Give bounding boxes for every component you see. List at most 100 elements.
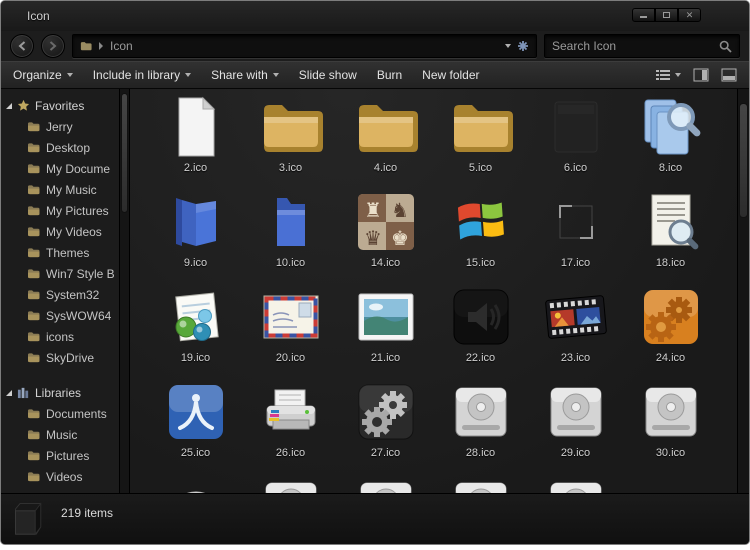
file-item-8-ico[interactable]: 8.ico — [623, 95, 718, 190]
file-item-19-ico[interactable]: 19.ico — [148, 285, 243, 380]
file-label: 10.ico — [275, 257, 306, 269]
sidebar-item-skydrive[interactable]: SkyDrive — [1, 347, 119, 368]
file-item-24-ico[interactable]: 24.ico — [623, 285, 718, 380]
content-scrollbar[interactable] — [737, 89, 749, 493]
sidebar-item-themes[interactable]: Themes — [1, 242, 119, 263]
file-item-17-ico[interactable]: 17.ico — [528, 190, 623, 285]
close-button[interactable]: ✕ — [678, 8, 701, 22]
file-icon-drive — [354, 475, 418, 493]
file-item[interactable] — [148, 475, 243, 493]
toolbar-button-organize[interactable]: Organize — [13, 68, 73, 82]
file-label: 4.ico — [373, 162, 398, 174]
file-label: 30.ico — [655, 447, 686, 459]
sidebar-scrollbar[interactable] — [119, 89, 130, 493]
svg-text:♞: ♞ — [391, 198, 409, 222]
toolbar-button-share-with[interactable]: Share with — [211, 68, 279, 82]
address-bar[interactable]: Icon — [72, 34, 537, 58]
breadcrumb[interactable]: Icon — [110, 39, 133, 53]
folder-icon — [27, 121, 40, 132]
sidebar-item-music[interactable]: Music — [1, 424, 119, 445]
toolbar-button-include-in-library[interactable]: Include in library — [93, 68, 192, 82]
sidebar-item-system32[interactable]: System32 — [1, 284, 119, 305]
expand-triangle-icon[interactable] — [6, 389, 12, 396]
views-button[interactable] — [655, 68, 681, 82]
file-item[interactable] — [433, 475, 528, 493]
file-item-18-ico[interactable]: 18.ico — [623, 190, 718, 285]
window-controls: ✕ — [632, 8, 701, 22]
sidebar-scrollbar-thumb[interactable] — [121, 93, 128, 213]
forward-button[interactable] — [41, 34, 65, 58]
file-item-2-ico[interactable]: 2.ico — [148, 95, 243, 190]
sidebar-item-my-pictures[interactable]: My Pictures — [1, 200, 119, 221]
sidebar-item-my-videos[interactable]: My Videos — [1, 221, 119, 242]
file-item[interactable] — [338, 475, 433, 493]
details-pane-button[interactable] — [721, 68, 737, 82]
sidebar-item-desktop[interactable]: Desktop — [1, 137, 119, 158]
file-label: 23.ico — [560, 352, 591, 364]
file-icon-drive — [639, 380, 703, 444]
toolbar-button-new-folder[interactable]: New folder — [422, 68, 479, 82]
file-item[interactable] — [243, 475, 338, 493]
sidebar-item-syswow64[interactable]: SysWOW64 — [1, 305, 119, 326]
file-item-5-ico[interactable]: 5.ico — [433, 95, 528, 190]
search-input[interactable]: Search Icon — [544, 34, 740, 58]
file-item-9-ico[interactable]: 9.ico — [148, 190, 243, 285]
sidebar-item-label: SkyDrive — [46, 350, 95, 365]
preview-pane-button[interactable] — [693, 68, 709, 82]
file-item-4-ico[interactable]: 4.ico — [338, 95, 433, 190]
file-item-28-ico[interactable]: 28.ico — [433, 380, 528, 475]
file-item-26-ico[interactable]: 26.ico — [243, 380, 338, 475]
file-item-3-ico[interactable]: 3.ico — [243, 95, 338, 190]
file-label: 29.ico — [560, 447, 591, 459]
file-item-6-ico[interactable]: 6.ico — [528, 95, 623, 190]
maximize-icon — [663, 12, 670, 18]
sidebar-item-videos[interactable]: Videos — [1, 466, 119, 487]
toolbar-button-slide-show[interactable]: Slide show — [299, 68, 357, 82]
sidebar-item-jerry[interactable]: Jerry — [1, 116, 119, 137]
sidebar-item-win7-style-b[interactable]: Win7 Style B — [1, 263, 119, 284]
minimize-button[interactable] — [632, 8, 655, 22]
file-item-29-ico[interactable]: 29.ico — [528, 380, 623, 475]
command-toolbar: Organize Include in library Share with Slid… — [1, 61, 749, 89]
expand-triangle-icon[interactable] — [6, 102, 12, 109]
sidebar-section-libraries[interactable]: Libraries — [1, 382, 119, 403]
sidebar-section-label: Libraries — [35, 385, 82, 400]
sidebar-item-pictures[interactable]: Pictures — [1, 445, 119, 466]
folder-icon — [27, 184, 40, 195]
file-icon-photo — [354, 285, 418, 349]
folder-icon — [27, 247, 40, 258]
file-item-23-ico[interactable]: 23.ico — [528, 285, 623, 380]
file-label: 15.ico — [465, 257, 496, 269]
file-item-20-ico[interactable]: 20.ico — [243, 285, 338, 380]
navigation-pane: Favorites Jerry Desktop My Docume My Music My… — [1, 89, 119, 493]
file-icon-dark — [544, 95, 608, 159]
address-history-dropdown-icon[interactable] — [505, 44, 511, 48]
file-list-area: 2.ico 3.ico 4.ico 5.ico 6.ico 8.ico 9.ico 10.ic… — [130, 89, 749, 493]
file-item-25-ico[interactable]: 25.ico — [148, 380, 243, 475]
file-item-30-ico[interactable]: 30.ico — [623, 380, 718, 475]
back-button[interactable] — [10, 34, 34, 58]
sidebar-item-documents[interactable]: Documents — [1, 403, 119, 424]
file-icon-gears-orange — [639, 285, 703, 349]
sidebar-item-my-docume[interactable]: My Docume — [1, 158, 119, 179]
sidebar-item-icons[interactable]: icons — [1, 326, 119, 347]
sidebar-section-favorites[interactable]: Favorites — [1, 95, 119, 116]
toolbar-button-burn[interactable]: Burn — [377, 68, 402, 82]
file-item-21-ico[interactable]: 21.ico — [338, 285, 433, 380]
content-scrollbar-thumb[interactable] — [739, 103, 748, 218]
details-pane-icon — [721, 68, 737, 82]
toolbar-button-label: Burn — [376, 68, 403, 82]
file-item-27-ico[interactable]: 27.ico — [338, 380, 433, 475]
sidebar-item-label: Music — [46, 427, 78, 442]
refresh-icon[interactable] — [517, 40, 529, 52]
file-item[interactable] — [528, 475, 623, 493]
file-item-10-ico[interactable]: 10.ico — [243, 190, 338, 285]
file-item-22-ico[interactable]: 22.ico — [433, 285, 528, 380]
sidebar-item-my-music[interactable]: My Music — [1, 179, 119, 200]
file-item-15-ico[interactable]: 15.ico — [433, 190, 528, 285]
maximize-button[interactable] — [655, 8, 678, 22]
titlebar[interactable]: Icon ✕ — [1, 1, 749, 31]
file-item-14-ico[interactable]: ♜ ♞ ♛ ♚ 14.ico — [338, 190, 433, 285]
sidebar-item-label: Desktop — [46, 140, 91, 155]
file-icon-drive — [544, 475, 608, 493]
